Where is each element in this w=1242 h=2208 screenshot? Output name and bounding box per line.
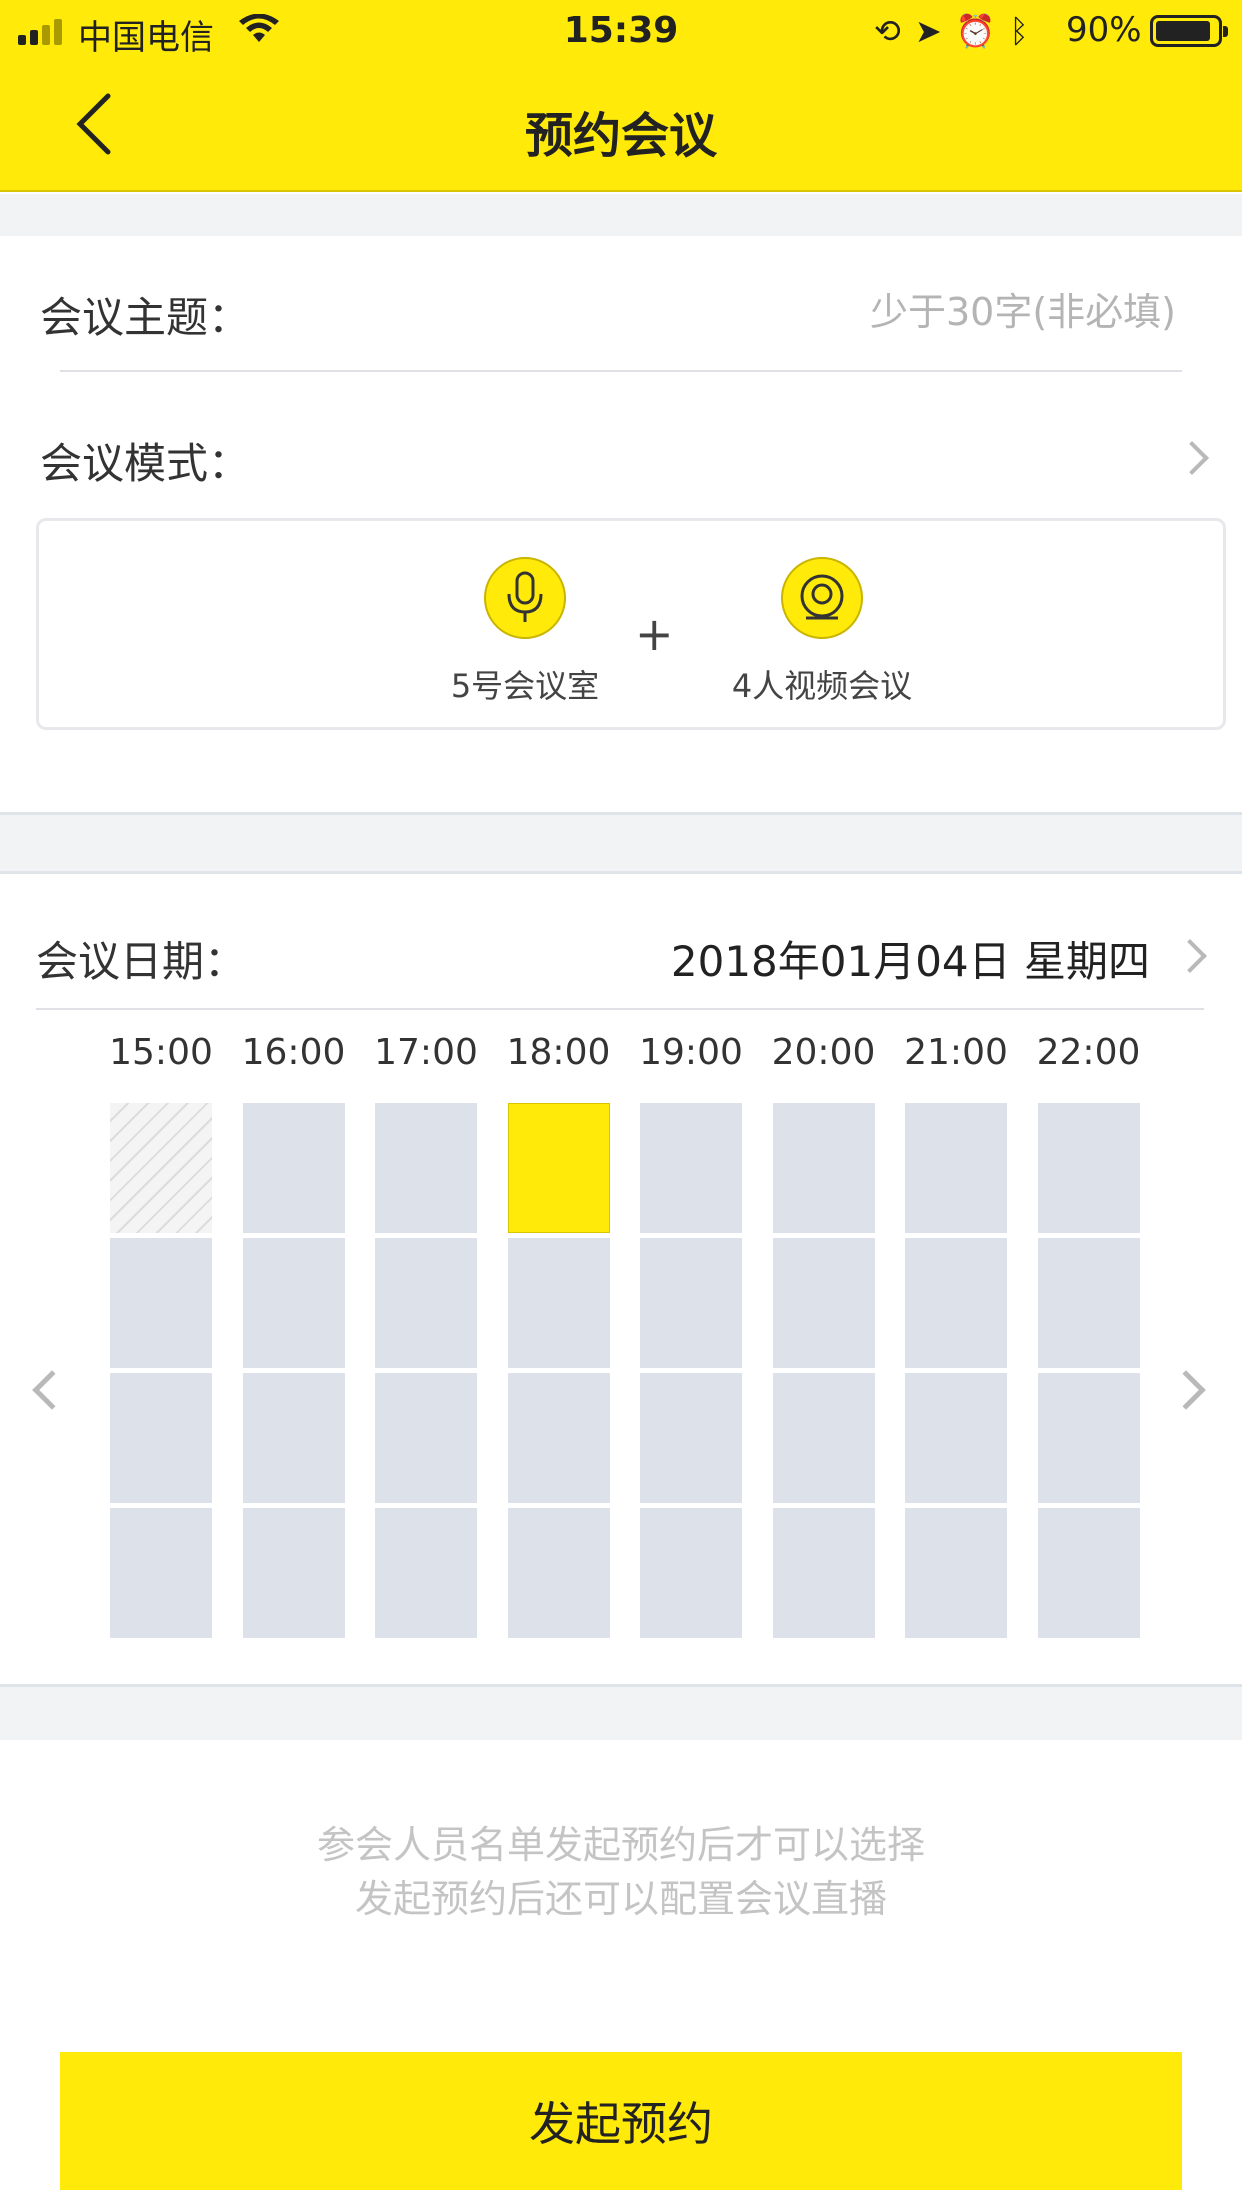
time-slot[interactable]: [375, 1103, 477, 1233]
time-slot-selected[interactable]: [507, 1103, 610, 1233]
time-slot[interactable]: [507, 1373, 610, 1503]
webcam-icon: [781, 557, 863, 639]
time-slot[interactable]: [507, 1238, 610, 1368]
time-slot[interactable]: [772, 1373, 875, 1503]
time-slot[interactable]: [242, 1103, 345, 1233]
date-chevron-right-icon[interactable]: [1173, 939, 1207, 973]
time-slot[interactable]: [110, 1238, 212, 1368]
microphone-icon: [484, 557, 566, 639]
time-column-header: 17:00: [374, 1032, 478, 1073]
time-slot[interactable]: [905, 1373, 1007, 1503]
topic-label: 会议主题：: [40, 293, 251, 342]
status-time: 15:39: [563, 10, 679, 51]
time-slot[interactable]: [242, 1238, 345, 1368]
date-value[interactable]: 2018年01月04日 星期四: [671, 928, 1150, 989]
time-slot[interactable]: [375, 1508, 477, 1638]
time-slot[interactable]: [640, 1373, 742, 1503]
time-column-header: 22:00: [1036, 1032, 1141, 1073]
time-slot[interactable]: [242, 1508, 345, 1638]
time-slot[interactable]: [772, 1103, 875, 1233]
time-slot[interactable]: [242, 1373, 345, 1503]
time-slot[interactable]: [640, 1238, 742, 1368]
date-label: 会议日期：: [36, 937, 247, 986]
mode-item-video[interactable]: 4人视频会议: [712, 557, 932, 707]
time-column-header: 20:00: [771, 1032, 876, 1073]
topic-input[interactable]: [560, 284, 1176, 340]
section-gap: [0, 812, 1242, 874]
battery-icon: [1150, 15, 1228, 47]
plus-sign: +: [635, 607, 674, 661]
time-slot[interactable]: [772, 1508, 875, 1638]
alarm-icon: ⏰: [955, 12, 1010, 50]
rotation-lock-icon: ⟲: [874, 12, 915, 50]
time-slot[interactable]: [772, 1238, 875, 1368]
mode-card[interactable]: 5号会议室 + 4人视频会议: [36, 518, 1226, 730]
time-slot[interactable]: [375, 1238, 477, 1368]
time-slot[interactable]: [1037, 1103, 1140, 1233]
mode-label: 会议模式：: [40, 439, 251, 488]
page-title: 预约会议: [524, 108, 717, 164]
mode-item-label: 5号会议室: [450, 667, 600, 705]
time-slot[interactable]: [110, 1373, 212, 1503]
time-column-header: 21:00: [904, 1032, 1008, 1073]
time-column-header: 16:00: [241, 1032, 346, 1073]
divider: [60, 370, 1182, 372]
time-slot[interactable]: [1037, 1373, 1140, 1503]
time-slot-unavailable: [110, 1103, 212, 1233]
time-slot[interactable]: [507, 1508, 610, 1638]
time-slot[interactable]: [375, 1373, 477, 1503]
bluetooth-icon: ᛒ: [1009, 12, 1043, 50]
mode-chevron-right-icon[interactable]: [1175, 441, 1209, 475]
location-icon: ➤: [914, 12, 956, 50]
battery-percent: 90%: [1066, 10, 1142, 50]
time-slot[interactable]: [905, 1103, 1007, 1233]
time-column-header: 15:00: [109, 1032, 213, 1073]
status-bar: 中国电信 15:39 ⟲➤⏰ᛒ 90%: [0, 0, 1242, 60]
section-gap: [0, 1684, 1242, 1740]
note-line: 发起预约后还可以配置会议直播: [354, 1877, 887, 1921]
mode-item-room[interactable]: 5号会议室: [415, 557, 635, 707]
time-column-header: 18:00: [506, 1032, 611, 1073]
submit-reservation-button[interactable]: 发起预约: [60, 2052, 1182, 2190]
top-bar: 中国电信 15:39 ⟲➤⏰ᛒ 90% 预约会议: [0, 0, 1242, 192]
divider: [36, 1008, 1204, 1010]
time-slot[interactable]: [905, 1508, 1007, 1638]
time-slot[interactable]: [640, 1508, 742, 1638]
status-icons: ⟲➤⏰ᛒ: [874, 12, 1043, 50]
time-slot[interactable]: [1037, 1238, 1140, 1368]
next-page-icon[interactable]: [1166, 1370, 1206, 1410]
time-slot[interactable]: [640, 1103, 742, 1233]
time-slot[interactable]: [110, 1508, 212, 1638]
time-slot[interactable]: [1037, 1508, 1140, 1638]
time-column-header: 19:00: [639, 1032, 743, 1073]
previous-page-icon[interactable]: [32, 1370, 72, 1410]
section-gap: [0, 194, 1242, 236]
time-slot[interactable]: [905, 1238, 1007, 1368]
note-line: 参会人员名单发起预约后才可以选择: [316, 1823, 925, 1867]
mode-item-label: 4人视频会议: [731, 667, 913, 705]
